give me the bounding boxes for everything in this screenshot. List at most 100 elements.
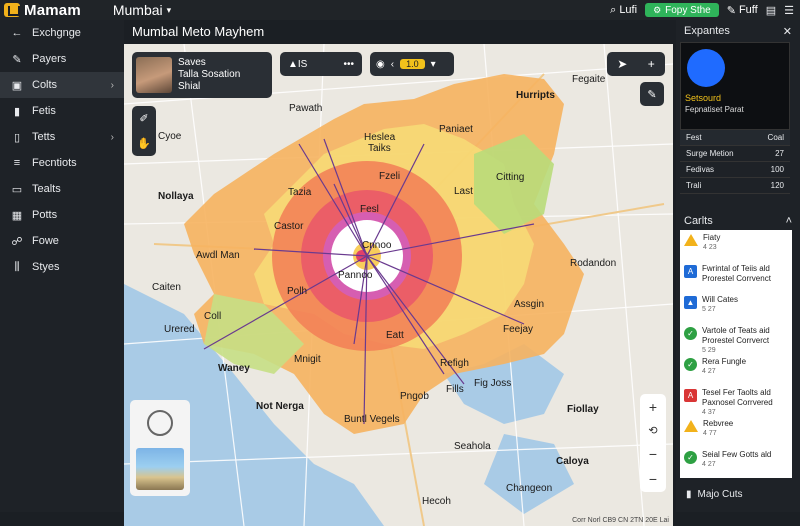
sidebar-item-colts[interactable]: ▣ Colts › (0, 72, 124, 98)
map-label: Coll (204, 311, 221, 322)
zoom-out-icon[interactable]: − (649, 446, 657, 462)
menu-icon[interactable]: ☰ (784, 4, 794, 17)
map-svg: Hurripts Nollaya Pawath Heslea Taiks Fes… (124, 44, 673, 526)
footer-button[interactable]: ▮ Majo Cuts (680, 482, 792, 506)
list-item[interactable]: Rebvree 4 77 (680, 416, 792, 447)
list-item[interactable]: ✓ Seial Few Gotts ald 4 27 (680, 447, 792, 478)
left-toolbar: ✐ ✋ (132, 106, 156, 156)
card-title: Rebvree (703, 419, 734, 428)
map-tools: ➤ + (607, 52, 665, 76)
expansion-subtitle: Fepnatiset Parat (685, 105, 744, 114)
warning-filter-control[interactable]: ▲ IS ••• (280, 52, 362, 76)
map-label: Citting (496, 172, 524, 183)
add-icon[interactable]: + (648, 57, 655, 71)
target-icon[interactable]: ◉ (376, 59, 385, 70)
map-label: Awdl Man (196, 250, 240, 261)
city-selector[interactable]: Mumbai ▾ (113, 2, 171, 18)
pencil-icon: ✎ (12, 53, 22, 66)
list-item[interactable]: ▲ Will Cates 5 27 (680, 292, 792, 323)
list-item[interactable]: ✓ Rera Fungle 4 27 (680, 354, 792, 385)
alert-icon: A (684, 389, 697, 402)
more-icon[interactable]: ••• (343, 59, 354, 70)
sidebar-item-label: Styes (32, 261, 60, 273)
cards-header[interactable]: Carlts ˄ (676, 210, 800, 232)
table-row: Trali 120 (680, 178, 790, 194)
map-label: Seahola (454, 441, 491, 452)
draw-button[interactable]: ✎ (640, 82, 664, 106)
map-label: Polh (287, 286, 307, 297)
playback-control[interactable]: ◉ ‹ 1.0 ▾ (370, 52, 454, 76)
sidebar-item-fecntiots[interactable]: ≡ Fecntiots (0, 150, 124, 176)
document-icon[interactable]: ▤ (766, 4, 776, 17)
chevron-right-icon: › (110, 79, 114, 91)
chevron-left-icon[interactable]: ‹ (391, 59, 394, 70)
list-item[interactable]: Fiaty 4 23 (680, 230, 792, 261)
profile-card[interactable]: Saves Talla Sosation Shial (132, 52, 272, 98)
sidebar-item-fetis[interactable]: ▮ Fetis (0, 98, 124, 124)
stat-key: Surge Metion (686, 149, 734, 158)
map-label: Feejay (503, 324, 533, 335)
trash-icon: ▯ (13, 131, 21, 144)
chevron-down-icon[interactable]: ▾ (431, 59, 436, 70)
list-item[interactable]: ✓ Vartole of Teats aid Prorestel Corrver… (680, 323, 792, 354)
expansions-header[interactable]: Expantes ✕ (676, 20, 800, 42)
zoom-out-icon[interactable]: − (649, 471, 657, 487)
globe-icon[interactable] (147, 410, 173, 436)
satellite-thumbnail[interactable] (136, 448, 184, 490)
footer-label: Majo Cuts (697, 488, 743, 500)
search-button[interactable]: ⌕ Lufi (610, 4, 637, 17)
sidebar-item-tealts[interactable]: ▭ Tealts (0, 176, 124, 202)
brush-icon[interactable]: ✐ (139, 112, 148, 125)
gear-icon: ⚙ (653, 4, 662, 15)
sidebar-item-payers[interactable]: ✎ Payers (0, 46, 124, 72)
map-label: Waney (218, 363, 250, 374)
pencil-icon: ✎ (647, 88, 657, 101)
zoom-in-icon[interactable]: + (649, 399, 657, 415)
speed-pill[interactable]: 1.0 (400, 59, 425, 69)
card-meta: 4 23 (703, 244, 717, 251)
sidebar-item-label: Tealts (32, 183, 61, 195)
map-label: Caiten (152, 282, 181, 293)
map-label: Heslea (364, 132, 396, 143)
map-label: Fiollay (567, 404, 599, 415)
list-icon: ≡ (13, 157, 21, 169)
sidebar-item-exchange[interactable]: ← Exchgnge (0, 20, 124, 46)
list-item[interactable]: A Tesel Fer Taolts ald Paxnosel Corrvere… (680, 385, 792, 416)
card-title: Fwrintal of Teiis ald Prorestel Corrvenc… (702, 264, 771, 283)
pan-icon[interactable]: ✋ (137, 137, 151, 150)
edit-button[interactable]: ✎ Fuff (727, 4, 758, 17)
zoom-control: + ⟲ − − (640, 394, 666, 492)
box-icon: ▭ (11, 183, 23, 196)
stat-key: Trali (686, 181, 702, 190)
map-canvas[interactable]: Hurripts Nollaya Pawath Heslea Taiks Fes… (124, 44, 673, 526)
map-label: Buntl Vegels (344, 414, 400, 425)
card-title: Tesel Fer Taolts ald Paxnosel Corrvered (702, 388, 773, 407)
sidebar-item-styes[interactable]: ⫼ Styes (0, 254, 124, 280)
map-label: Changeon (506, 483, 552, 494)
sidebar-item-label: Colts (32, 79, 58, 91)
warning-icon (684, 234, 698, 246)
sidebar-item-label: Potts (32, 209, 58, 221)
panel-title: Expantes (684, 25, 730, 37)
sidebar-item-label: Exchgnge (32, 27, 81, 39)
close-icon[interactable]: ✕ (783, 25, 792, 38)
map-label: Nollaya (158, 191, 194, 202)
chevron-down-icon: ▾ (166, 4, 172, 15)
list-item[interactable]: A Fwrintal of Teiis ald Prorestel Corrve… (680, 261, 792, 292)
grid-icon: ▦ (11, 209, 23, 222)
rotate-icon[interactable]: ⟲ (648, 424, 657, 437)
map-label: Last (454, 186, 473, 197)
sidebar-item-tetts[interactable]: ▯ Tetts › (0, 124, 124, 150)
sidebar-item-potts[interactable]: ▦ Potts (0, 202, 124, 228)
layer-switcher[interactable] (130, 400, 190, 496)
sidebar-item-fowe[interactable]: ☍ Fowe (0, 228, 124, 254)
cursor-icon[interactable]: ➤ (617, 57, 627, 71)
map-label: Pngob (400, 391, 429, 402)
map-label: Fegaite (572, 74, 606, 85)
primary-action-button[interactable]: ⚙ Fopy Sthe (645, 3, 719, 17)
app-logo[interactable]: Mamam (4, 2, 81, 19)
top-bar: Mamam Mumbai ▾ ⌕ Lufi ⚙ Fopy Sthe ✎ Fuff… (0, 0, 800, 20)
sidebar-item-label: Fowe (32, 235, 59, 247)
chevron-up-icon[interactable]: ˄ (786, 215, 792, 227)
map-label: Caloya (556, 456, 589, 467)
